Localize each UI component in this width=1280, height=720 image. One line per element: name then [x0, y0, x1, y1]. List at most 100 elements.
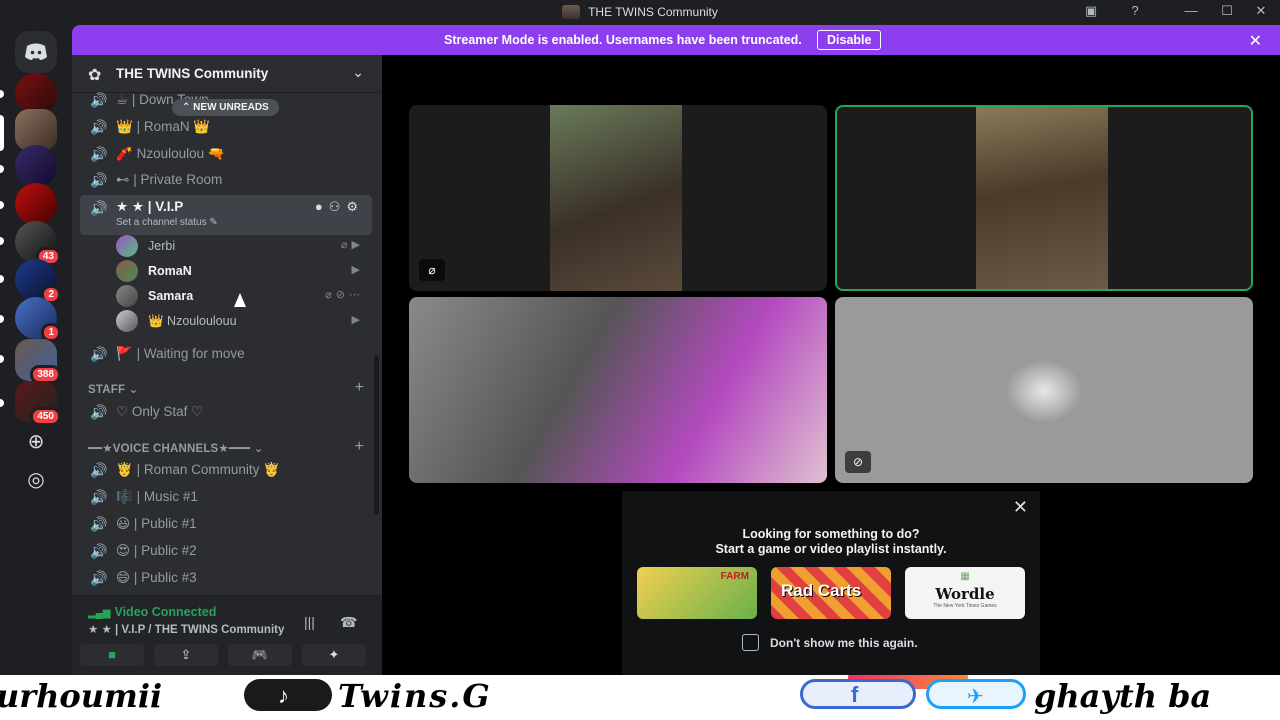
unread-pip [0, 399, 4, 407]
speaker-icon: 🔊 [90, 172, 108, 188]
voice-channel-nzouloulou[interactable]: 🔊 🧨 Nzouloulou 🔫 [80, 141, 372, 167]
activity-card-rad-carts[interactable]: Rad Carts [771, 567, 891, 619]
category-voice-channels[interactable]: ━━★VOICE CHANNELS★━━━ ⌄ [88, 441, 264, 455]
voice-status[interactable]: ▂▄▆ Video Connected [88, 605, 216, 619]
category-staff[interactable]: STAFF ⌄ [88, 382, 138, 396]
speaker-icon: 🔊 [90, 146, 108, 162]
video-tile-4[interactable]: ⊘ [835, 297, 1253, 483]
disable-streamer-button[interactable]: Disable [817, 30, 882, 50]
card-label: FARM [720, 571, 749, 582]
voice-user[interactable]: Jerbi ⌀▶ [116, 234, 372, 258]
voice-channel-music-1[interactable]: 🔊 🎼 | Music #1 [80, 484, 372, 510]
chevron-down-icon[interactable]: ⌄ [352, 64, 364, 81]
unread-pip [0, 201, 4, 209]
video-tile-3[interactable] [409, 297, 827, 483]
speaker-icon: 🔊 [90, 404, 108, 420]
mouse-cursor-icon [234, 293, 246, 307]
dont-show-label[interactable]: Don't show me this again. [770, 636, 918, 650]
sidebar-scrollbar[interactable] [374, 355, 379, 515]
server-icon-4[interactable] [15, 183, 57, 225]
speaker-icon: 🔊 [90, 570, 108, 586]
server-icon-3[interactable] [15, 145, 57, 187]
voice-channel-roman-community[interactable]: 🔊 🤴 | Roman Community 🤴 [80, 457, 372, 483]
server-icon-5[interactable]: 43 [15, 221, 61, 266]
help-icon[interactable]: ? [1124, 3, 1146, 21]
chat-icon[interactable]: ● [315, 199, 329, 214]
voice-location[interactable]: ★ ★ | V.I.P / THE TWINS Community [88, 622, 284, 636]
voice-channel-public-2[interactable]: 🔊 😍 | Public #2 [80, 538, 372, 564]
server-icon-7[interactable]: 1 [15, 297, 61, 342]
card-label: Rad Carts [781, 581, 862, 600]
title-bar: THE TWINS Community ▣ ? — ☐ ✕ [0, 0, 1280, 25]
camera-button[interactable]: ■ [80, 644, 144, 666]
video-tile-2[interactable] [835, 105, 1253, 291]
screen-share-icon[interactable]: ▣ [1080, 3, 1102, 21]
server-settings-icon[interactable]: ✿ [88, 65, 101, 85]
close-icon[interactable]: ✕ [1013, 497, 1028, 518]
channel-emoji-suffix: 🔫 [207, 146, 225, 161]
voice-channel-public-3[interactable]: 🔊 😄 | Public #3 [80, 565, 372, 591]
voice-channel-only-staf[interactable]: 🔊 ♡ Only Staf ♡ [80, 399, 372, 425]
channel-name: | Public #3 [133, 570, 197, 585]
video-tile-1[interactable]: ⌀ [409, 105, 827, 291]
username: RomaN [148, 264, 192, 278]
activity-card-wordle[interactable]: ▦ Wordle The New York Times Games [905, 567, 1025, 619]
server-icon-6[interactable]: 2 [15, 259, 61, 304]
muted-icon: ⌀ [419, 259, 445, 281]
settings-icon[interactable]: ⚙ [346, 199, 364, 214]
video-feed [550, 105, 682, 291]
noise-suppression-icon[interactable]: ||| [304, 614, 315, 630]
minimize-button[interactable]: — [1180, 3, 1202, 21]
discord-home-icon[interactable] [15, 31, 57, 73]
user-avatar [1005, 359, 1083, 423]
channel-actions[interactable]: ●⚇⚙ [315, 199, 364, 215]
banner-close-icon[interactable]: ✕ [1249, 31, 1262, 51]
mute-icon: ⌀ [325, 289, 336, 301]
channel-name: | Waiting for move [136, 346, 245, 361]
voice-user[interactable]: RomaN ▶ [116, 259, 372, 283]
mention-badge: 450 [30, 407, 61, 426]
unread-pip [0, 165, 4, 173]
popup-title: Looking for something to do? [742, 527, 920, 541]
dont-show-checkbox[interactable] [742, 634, 759, 651]
voice-channel-vip[interactable]: 🔊 ★ ★ | V.I.P Set a channel status ✎ ●⚇⚙ [80, 195, 372, 235]
voice-status-label: Video Connected [114, 605, 217, 619]
server-rail: 43 2 1 388 450 ⊕ ◎ [0, 25, 72, 675]
close-window-button[interactable]: ✕ [1250, 3, 1272, 21]
add-channel-icon[interactable]: + [355, 379, 364, 397]
add-server-icon[interactable]: ⊕ [24, 431, 48, 455]
server-folder-icon-2[interactable]: 450 [15, 381, 61, 426]
channel-sidebar: ✿ THE TWINS Community ⌄ 🔊 ☕ | Down Town … [72, 55, 382, 675]
speaker-icon: 🔊 [90, 346, 108, 362]
explore-servers-icon[interactable]: ◎ [24, 469, 48, 493]
unread-pip [0, 355, 4, 363]
invite-icon[interactable]: ⚇ [329, 199, 347, 214]
add-channel-icon[interactable]: + [355, 438, 364, 456]
voice-channel-public-1[interactable]: 🔊 😃 | Public #1 [80, 511, 372, 537]
disconnect-icon[interactable]: ☎ [340, 614, 357, 631]
wordle-grid-icon: ▦ [960, 571, 970, 582]
avatar [116, 310, 138, 332]
channel-name: Private Room [140, 172, 223, 187]
soundboard-button[interactable]: ✦ [302, 644, 366, 666]
channel-emoji: ⊷ [116, 172, 130, 187]
watermark-overlay: urhoumii ♪ Twins.G f ✈ ghayth ba [0, 675, 1280, 720]
activity-button[interactable]: 🎮 [228, 644, 292, 666]
avatar [116, 285, 138, 307]
speaker-icon: 🔊 [90, 516, 108, 532]
voice-user[interactable]: 👑 Nzouloulouu ▶ [116, 309, 372, 333]
more-icon[interactable]: ⋯ [349, 289, 364, 301]
voice-stage: ⌀ ⊘ ✕ Looking for something to do? Start… [234, 55, 1280, 675]
server-folder-icon[interactable]: 388 [15, 339, 61, 384]
speaker-icon: 🔊 [90, 543, 108, 559]
new-unreads-label: NEW UNREADS [193, 102, 269, 113]
speaker-icon: 🔊 [90, 92, 108, 108]
share-screen-button[interactable]: ⇪ [154, 644, 218, 666]
activity-card-farm[interactable]: FARM [637, 567, 757, 619]
voice-channel-waiting[interactable]: 🔊 🚩 | Waiting for move [80, 341, 372, 367]
maximize-button[interactable]: ☐ [1216, 3, 1238, 21]
voice-channel-roman[interactable]: 🔊 👑 | RomaN 👑 [80, 114, 372, 140]
window-title-text: THE TWINS Community [588, 5, 718, 19]
channel-status[interactable]: Set a channel status ✎ [116, 217, 218, 228]
voice-channel-private-room[interactable]: 🔊 ⊷ | Private Room [80, 167, 372, 193]
